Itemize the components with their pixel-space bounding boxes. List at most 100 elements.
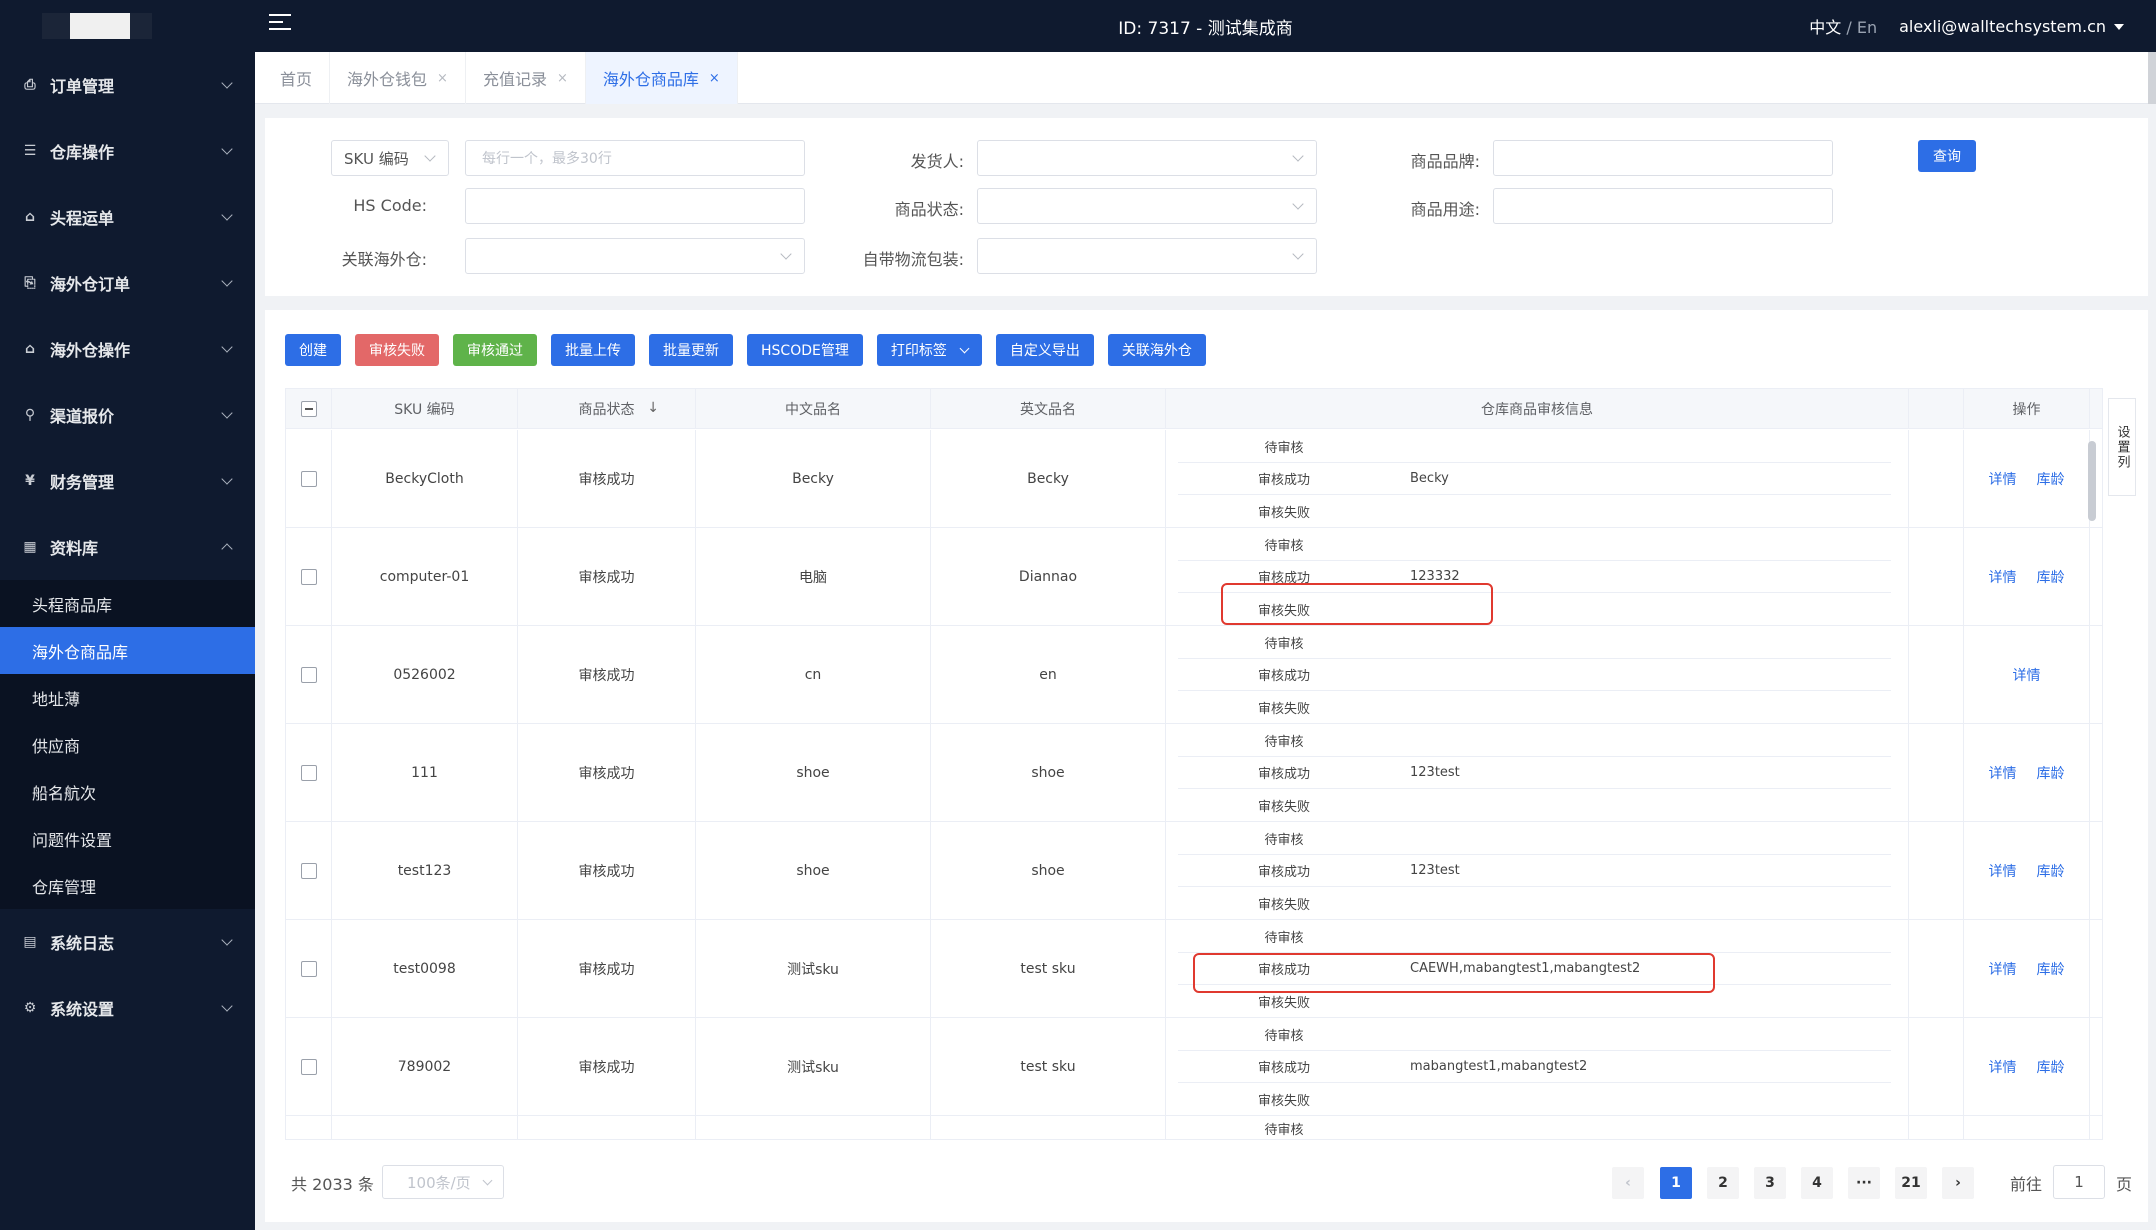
usage-input[interactable] xyxy=(1493,188,1833,224)
toolbar-button-1[interactable]: 创建 xyxy=(285,334,341,366)
hs-code-input[interactable] xyxy=(465,188,805,224)
row-checkbox[interactable] xyxy=(300,471,317,487)
row-checkbox[interactable] xyxy=(300,667,317,683)
sidebar-item-label: 系统设置 xyxy=(50,1000,115,1019)
submenu-item-4[interactable]: 供应商 xyxy=(0,721,255,768)
sku-input[interactable]: 每行一个，最多30行 xyxy=(465,140,805,176)
order-icon: ⎙ xyxy=(24,77,36,93)
sidebar-item-8[interactable]: ▦ 资料库 xyxy=(0,514,255,580)
page-button-4[interactable]: 4 xyxy=(1801,1167,1833,1199)
query-button[interactable]: 查询 xyxy=(1918,140,1976,172)
audit-line: 审核成功 123332 xyxy=(1178,561,1891,593)
column-settings-button[interactable]: 设置列 xyxy=(2108,398,2136,496)
lang-english[interactable]: En xyxy=(1857,18,1877,37)
row-checkbox[interactable] xyxy=(300,961,317,977)
table-cell: 审核成功 xyxy=(518,822,696,920)
table-row: test0098 审核成功 测试sku test sku 待审核 审核成功 CAEWH,ma… xyxy=(286,920,2102,1018)
warehouse-label: 关联海外仓: xyxy=(341,250,427,269)
tab-4[interactable]: 海外仓商品库 × xyxy=(585,52,738,104)
audit-line: 待审核 xyxy=(1178,921,1891,953)
toolbar-button-2[interactable]: 审核失败 xyxy=(355,334,439,366)
column-header-2[interactable]: 商品状态 ↓ xyxy=(518,389,696,429)
detail-link[interactable]: 详情 xyxy=(1989,861,2017,881)
chinese-name: 电脑 xyxy=(799,570,827,586)
detail-link[interactable]: 详情 xyxy=(1989,567,2017,587)
toolbar-button-4[interactable]: 批量上传 xyxy=(551,334,635,366)
warehouse-select[interactable] xyxy=(465,238,805,274)
submenu-item-3[interactable]: 地址薄 xyxy=(0,674,255,721)
tab-3[interactable]: 充值记录 × xyxy=(466,52,586,104)
stock-age-link[interactable]: 库龄 xyxy=(2037,469,2065,489)
lang-chinese[interactable]: 中文 xyxy=(1809,18,1841,37)
toolbar-button-3[interactable]: 审核通过 xyxy=(453,334,537,366)
toolbar-button-7[interactable]: 打印标签 xyxy=(876,334,982,366)
sku-type-select[interactable]: SKU 编码 xyxy=(331,140,449,176)
page-scrollbar[interactable] xyxy=(2148,52,2156,104)
language-switch[interactable]: 中文 / En xyxy=(1809,14,1877,38)
stock-age-link[interactable]: 库龄 xyxy=(2037,1057,2065,1077)
row-checkbox[interactable] xyxy=(300,569,317,585)
next-page-button[interactable]: › xyxy=(1942,1167,1974,1199)
close-icon[interactable]: × xyxy=(437,71,448,86)
vertical-scrollbar[interactable] xyxy=(2088,441,2096,521)
sidebar-item-6[interactable]: ⚲ 渠道报价 xyxy=(0,382,255,448)
submenu-item-6[interactable]: 问题件设置 xyxy=(0,815,255,862)
row-checkbox[interactable] xyxy=(300,765,317,781)
sidebar-item-4[interactable]: ⎘ 海外仓订单 xyxy=(0,250,255,316)
select-all-checkbox[interactable] xyxy=(300,401,317,417)
sort-arrow-icon[interactable]: ↓ xyxy=(647,400,659,416)
sidebar-item-2[interactable]: ☰ 仓库操作 xyxy=(0,118,255,184)
column-header-label: SKU 编码 xyxy=(394,402,455,418)
table-cell: 111 xyxy=(332,724,518,822)
tab-2[interactable]: 海外仓钱包 × xyxy=(330,52,466,104)
sidebar-item-5[interactable]: ⌂ 海外仓操作 xyxy=(0,316,255,382)
sidebar-item-3[interactable]: ⌂ 头程运单 xyxy=(0,184,255,250)
shipper-select[interactable] xyxy=(977,140,1317,176)
row-checkbox[interactable] xyxy=(300,1059,317,1075)
toolbar-button-8[interactable]: 自定义导出 xyxy=(995,334,1094,366)
table-cell: 审核成功 xyxy=(518,920,696,1018)
audit-status: 审核失败 xyxy=(1257,799,1310,815)
table-cell: cn xyxy=(696,626,931,724)
goto-page-input[interactable]: 1 xyxy=(2053,1165,2105,1199)
submenu-item-1[interactable]: 头程商品库 xyxy=(0,580,255,627)
submenu-item-2[interactable]: 海外仓商品库 xyxy=(0,627,255,674)
product-status: 审核成功 xyxy=(578,1060,635,1076)
close-icon[interactable]: × xyxy=(709,71,720,86)
close-icon[interactable]: × xyxy=(557,71,568,86)
page-button-3[interactable]: 3 xyxy=(1754,1167,1786,1199)
audit-line: 待审核 xyxy=(1178,627,1891,659)
detail-link[interactable]: 详情 xyxy=(1989,1057,2017,1077)
row-checkbox[interactable] xyxy=(300,863,317,879)
column-header-0[interactable] xyxy=(286,389,332,429)
settings-icon: ⚙ xyxy=(23,1000,37,1016)
detail-link[interactable]: 详情 xyxy=(1989,763,2017,783)
sidebar-bottom-item-1[interactable]: ▤ 系统日志 xyxy=(0,909,255,975)
page-button-2[interactable]: 2 xyxy=(1707,1167,1739,1199)
detail-link[interactable]: 详情 xyxy=(1989,469,2017,489)
detail-link[interactable]: 详情 xyxy=(2013,665,2041,685)
page-button-1[interactable]: 1 xyxy=(1660,1167,1692,1199)
stock-age-link[interactable]: 库龄 xyxy=(2037,959,2065,979)
page-button-···[interactable]: ··· xyxy=(1848,1167,1880,1199)
toolbar-button-9[interactable]: 关联海外仓 xyxy=(1107,334,1206,366)
page-button-21[interactable]: 21 xyxy=(1895,1167,1927,1199)
page-size-select[interactable]: 100条/页 xyxy=(382,1165,504,1199)
sidebar-item-1[interactable]: ⎙ 订单管理 xyxy=(0,52,255,118)
submenu-item-5[interactable]: 船名航次 xyxy=(0,768,255,815)
toolbar-button-5[interactable]: 批量更新 xyxy=(649,334,733,366)
toolbar-button-6[interactable]: HSCODE管理 xyxy=(747,334,863,366)
user-menu[interactable]: alexli@walltechsystem.cn xyxy=(1899,17,2124,36)
submenu-item-7[interactable]: 仓库管理 xyxy=(0,862,255,909)
product-status-select[interactable] xyxy=(977,188,1317,224)
stock-age-link[interactable]: 库龄 xyxy=(2037,763,2065,783)
stock-age-link[interactable]: 库龄 xyxy=(2037,861,2065,881)
tab-1[interactable]: 首页 xyxy=(263,52,331,104)
stock-age-link[interactable]: 库龄 xyxy=(2037,567,2065,587)
sidebar-item-7[interactable]: ¥ 财务管理 xyxy=(0,448,255,514)
brand-input[interactable] xyxy=(1493,140,1833,176)
prev-page-button[interactable]: ‹ xyxy=(1612,1167,1644,1199)
detail-link[interactable]: 详情 xyxy=(1989,959,2017,979)
packaging-select[interactable] xyxy=(977,238,1317,274)
sidebar-bottom-item-2[interactable]: ⚙ 系统设置 xyxy=(0,975,255,1041)
